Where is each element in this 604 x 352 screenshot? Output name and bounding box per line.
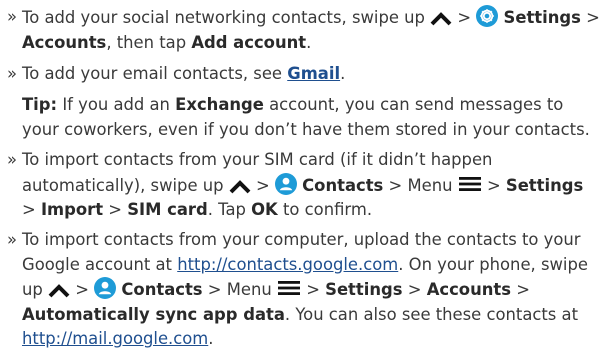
separator: > <box>22 200 36 219</box>
separator: > <box>516 280 530 299</box>
bullet-mark: » <box>7 150 18 169</box>
contacts-icon <box>94 277 117 299</box>
add-account-label: Add account <box>191 32 307 52</box>
separator: > <box>306 280 320 299</box>
ok-label: OK <box>251 200 278 219</box>
item-text: To add your email contacts, see <box>22 64 283 83</box>
swipe-up-chevron-icon <box>48 284 70 298</box>
list-item-computer-import: » To import contacts from your computer,… <box>4 228 600 352</box>
separator: > Menu <box>207 280 272 299</box>
list-item-social-contacts: » To add your social networking contacts… <box>4 5 600 55</box>
separator: > <box>75 280 89 299</box>
gmail-link[interactable]: Gmail <box>287 64 340 83</box>
contacts-label: Contacts <box>121 280 203 299</box>
item-text: To add your social networking contacts, … <box>22 8 425 27</box>
separator: > <box>108 200 122 219</box>
settings-label: Settings <box>503 8 581 27</box>
tip-label: Tip: <box>22 95 58 114</box>
menu-icon <box>458 176 481 191</box>
contacts-google-link[interactable]: http://contacts.google.com <box>177 255 398 274</box>
separator: > <box>586 8 600 27</box>
separator: > <box>255 175 270 195</box>
separator: > Menu <box>388 175 453 195</box>
settings-label: Settings <box>325 280 403 299</box>
item-text: . <box>208 329 214 348</box>
separator: > <box>457 8 472 27</box>
item-text: . <box>340 64 346 83</box>
import-label: Import <box>40 200 104 219</box>
settings-gear-icon <box>476 5 499 27</box>
swipe-up-chevron-icon <box>430 12 452 26</box>
contacts-label: Contacts <box>302 175 384 195</box>
bullet-mark: » <box>7 7 18 26</box>
item-text: . Tap <box>207 200 246 219</box>
bullet-mark: » <box>7 230 18 249</box>
menu-icon <box>277 281 300 295</box>
exchange-label: Exchange <box>175 95 264 114</box>
tip-paragraph: Tip: If you add an Exchange account, you… <box>22 93 602 142</box>
tip-text: If you add an <box>62 95 170 114</box>
item-text: . You can also see these contacts at <box>284 304 579 324</box>
item-text: , then tap <box>106 32 187 52</box>
list-item-email-contacts: » To add your email contacts, see Gmail. <box>4 62 600 87</box>
swipe-up-chevron-icon <box>229 179 251 193</box>
separator: > <box>407 280 422 299</box>
auto-sync-label: Automatically sync app data <box>22 304 285 324</box>
separator: > <box>486 175 501 195</box>
accounts-label: Accounts <box>22 32 107 52</box>
accounts-label: Accounts <box>426 280 511 299</box>
settings-label: Settings <box>505 175 584 195</box>
sim-card-label: SIM card <box>127 200 208 219</box>
contacts-icon <box>274 172 297 195</box>
bullet-mark: » <box>7 64 18 83</box>
item-text: to confirm. <box>282 200 373 219</box>
mail-google-link[interactable]: http://mail.google.com <box>22 329 208 348</box>
list-item-sim-import: » To import contacts from your SIM card … <box>4 148 600 223</box>
item-text: . <box>306 32 312 52</box>
